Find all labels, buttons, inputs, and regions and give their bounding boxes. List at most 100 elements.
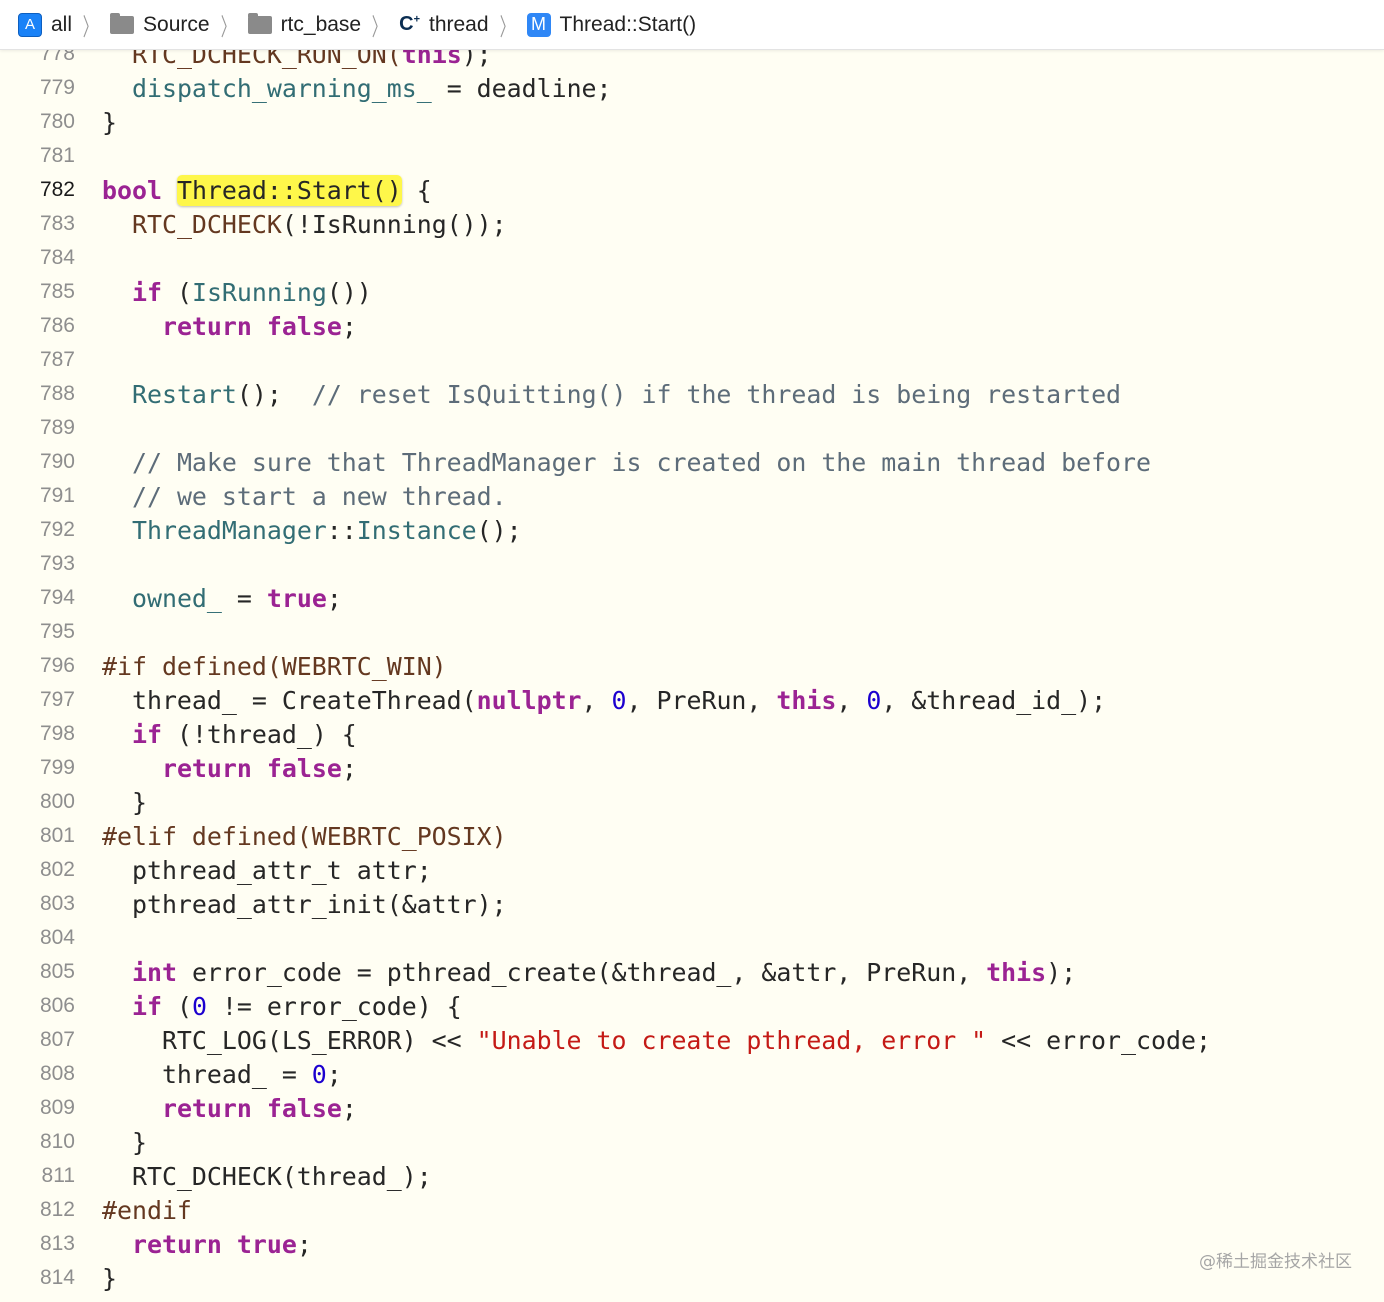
code-line[interactable]: 811 RTC_DCHECK(thread_);	[0, 1159, 1384, 1193]
code-line[interactable]: 803 pthread_attr_init(&attr);	[0, 887, 1384, 921]
code-line[interactable]: 806 if (0 != error_code) {	[0, 989, 1384, 1023]
code-line[interactable]: 809 return false;	[0, 1091, 1384, 1125]
code-line[interactable]: 787	[0, 343, 1384, 377]
code-line[interactable]: 786 return false;	[0, 309, 1384, 343]
code-text: {	[401, 175, 432, 205]
code-line[interactable]: 781	[0, 139, 1384, 173]
code-line[interactable]: 780}	[0, 105, 1384, 139]
code-text: ();	[236, 379, 312, 409]
breadcrumb-source[interactable]: Source	[110, 12, 210, 37]
identifier: IsRunning	[191, 277, 327, 307]
code-line[interactable]: 788 Restart(); // reset IsQuitting() if …	[0, 377, 1384, 411]
keyword: true	[266, 583, 327, 613]
code-line[interactable]: 800 }	[0, 785, 1384, 819]
line-number: 799	[39, 756, 75, 779]
code-text: = deadline;	[431, 73, 612, 103]
identifier: dispatch_warning_ms_	[131, 73, 432, 103]
code-line[interactable]: 814}	[0, 1261, 1384, 1295]
code-line[interactable]: 783 RTC_DCHECK(!IsRunning());	[0, 207, 1384, 241]
code-line[interactable]: 805 int error_code = pthread_create(&thr…	[0, 955, 1384, 989]
code-line[interactable]: 808 thread_ = 0;	[0, 1057, 1384, 1091]
code-line[interactable]: 785 if (IsRunning())	[0, 275, 1384, 309]
line-number: 791	[39, 484, 75, 507]
code-text: ::	[326, 515, 357, 545]
chevron-right-icon: 〉	[82, 14, 98, 41]
line-source: Restart(); // reset IsQuitting() if the …	[102, 380, 1121, 409]
code-text: error_code = pthread_create(&thread_, &a…	[176, 957, 987, 987]
code-line[interactable]: 782 bool Thread::Start() {	[0, 173, 1384, 207]
code-line[interactable]: 813 return true;	[0, 1227, 1384, 1261]
code-text: }	[102, 1263, 117, 1293]
line-source: #elif defined(WEBRTC_POSIX)	[102, 822, 507, 851]
number-literal: 0	[311, 1059, 327, 1089]
identifier: owned_	[131, 583, 222, 613]
method-glyph: M	[531, 14, 547, 34]
code-text: thread_ = CreateThread(	[102, 685, 477, 715]
code-text: }	[102, 107, 117, 137]
code-line[interactable]: 799 return false;	[0, 751, 1384, 785]
breadcrumb-thread[interactable]: C+ thread	[399, 13, 488, 37]
line-number: 781	[39, 144, 75, 167]
code-line[interactable]: 791 // we start a new thread.	[0, 479, 1384, 513]
line-number: 798	[39, 722, 75, 745]
line-number: 809	[39, 1096, 75, 1119]
code-editor[interactable]: 778 RTC_DCHECK_RUN_ON(this); 779 dispatch…	[0, 37, 1384, 1295]
code-text: ();	[476, 515, 522, 545]
keyword: return	[161, 753, 252, 783]
line-source: RTC_DCHECK(thread_);	[102, 1162, 432, 1191]
breadcrumb-label: Source	[143, 12, 210, 36]
keyword: bool	[102, 175, 162, 205]
code-text: (!IsRunning());	[281, 209, 507, 239]
code-line[interactable]: 779 dispatch_warning_ms_ = deadline;	[0, 71, 1384, 105]
breadcrumb-rtc-base[interactable]: rtc_base	[247, 12, 361, 37]
code-line[interactable]: 790 // Make sure that ThreadManager is c…	[0, 445, 1384, 479]
breadcrumb-label: thread	[429, 12, 489, 36]
code-line[interactable]: 807 RTC_LOG(LS_ERROR) << "Unable to crea…	[0, 1023, 1384, 1057]
keyword: this	[776, 685, 837, 715]
line-source: }	[102, 1128, 147, 1157]
chevron-right-icon: 〉	[371, 14, 387, 41]
breadcrumb-all[interactable]: A all	[18, 12, 72, 37]
highlighted-symbol: Thread::Start()	[176, 174, 402, 206]
line-number: 794	[39, 586, 75, 609]
code-line[interactable]: 798 if (!thread_) {	[0, 717, 1384, 751]
line-number: 780	[39, 110, 75, 133]
line-source: }	[102, 108, 117, 137]
code-line[interactable]: 796 #if defined(WEBRTC_WIN)	[0, 649, 1384, 683]
code-line[interactable]: 793	[0, 547, 1384, 581]
watermark: @稀土掘金技术社区	[1199, 1252, 1352, 1272]
folder-icon	[247, 12, 272, 34]
code-line[interactable]: 784	[0, 241, 1384, 275]
code-line[interactable]: 797 thread_ = CreateThread(nullptr, 0, P…	[0, 683, 1384, 717]
number-literal: 0	[866, 685, 882, 715]
code-line[interactable]: 792 ThreadManager::Instance();	[0, 513, 1384, 547]
line-number: 803	[39, 892, 75, 915]
code-line[interactable]: 794 owned_ = true;	[0, 581, 1384, 615]
keyword: return	[161, 311, 252, 341]
line-number: 796	[39, 654, 75, 677]
line-number: 800	[39, 790, 75, 813]
code-line[interactable]: 812 #endif	[0, 1193, 1384, 1227]
code-line[interactable]: 810 }	[0, 1125, 1384, 1159]
line-number: 779	[39, 76, 75, 99]
code-text: ,	[581, 685, 612, 715]
code-text: ;	[341, 311, 357, 341]
line-number: 804	[39, 926, 75, 949]
line-number: 788	[39, 382, 75, 405]
code-line[interactable]: 795	[0, 615, 1384, 649]
code-text: (	[161, 991, 192, 1021]
line-number: 808	[39, 1062, 75, 1085]
breadcrumb-method[interactable]: M Thread::Start()	[526, 12, 696, 37]
code-line[interactable]: 804	[0, 921, 1384, 955]
code-line[interactable]: 801 #elif defined(WEBRTC_POSIX)	[0, 819, 1384, 853]
comment: // reset IsQuitting() if the thread is b…	[311, 379, 1122, 409]
code-text: (!thread_) {	[161, 719, 357, 749]
code-line[interactable]: 789	[0, 411, 1384, 445]
line-source: int error_code = pthread_create(&thread_…	[102, 958, 1076, 987]
code-line[interactable]: 802 pthread_attr_t attr;	[0, 853, 1384, 887]
